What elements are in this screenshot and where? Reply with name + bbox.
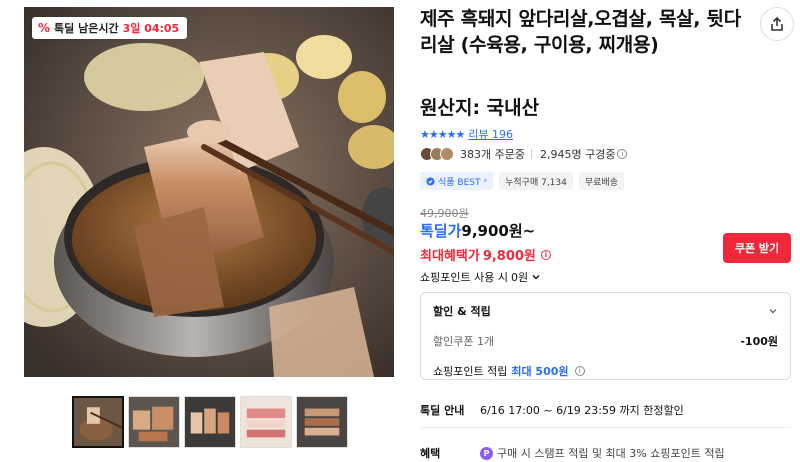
- info-icon[interactable]: i: [574, 366, 585, 376]
- point-badge-icon: P: [480, 446, 493, 460]
- thumbnail-1[interactable]: [72, 396, 124, 448]
- points-earn-label: 쇼핑포인트 적립: [433, 365, 508, 378]
- max-benefit-label: 최대혜택가: [420, 249, 480, 264]
- divider: [420, 427, 791, 428]
- max-benefit-price: 최대혜택가 9,800원 i: [420, 245, 551, 264]
- free-shipping-tag: 무료배송: [578, 172, 624, 190]
- avatar: [440, 147, 454, 161]
- best-tag[interactable]: 식품 BEST ›: [420, 172, 494, 190]
- points-earn-max: 최대 500원: [511, 365, 569, 378]
- rating-row: ★★★★★ 리뷰 196: [420, 126, 513, 142]
- percent-icon: %: [38, 21, 51, 35]
- max-benefit-value: 9,800원: [482, 249, 536, 264]
- share-icon: [771, 16, 783, 31]
- star-rating-icon: ★★★★★: [420, 127, 465, 141]
- product-origin: 원산지: 국내산: [420, 97, 540, 119]
- timer-value: 3일 04:05: [122, 22, 180, 35]
- thumbnail-4[interactable]: [240, 396, 292, 448]
- main-product-image[interactable]: % 톡딜 남은시간 3일 04:05: [24, 7, 394, 377]
- deal-price: 톡딜가9,900원~: [420, 220, 535, 241]
- get-coupon-button[interactable]: 쿠폰 받기: [723, 233, 791, 263]
- buyer-avatars: [420, 147, 454, 161]
- deal-info-label: 톡딜 안내: [420, 404, 465, 417]
- thumbnail-3[interactable]: [184, 396, 236, 448]
- info-icon[interactable]: i: [617, 149, 628, 159]
- deal-price-value: 9,900원~: [461, 222, 536, 240]
- discount-panel-header[interactable]: 할인 & 적립: [433, 303, 778, 319]
- divider: [530, 149, 532, 159]
- thumbnail-5[interactable]: [296, 396, 348, 448]
- product-tags: 식품 BEST › 누적구매 7,134 무료배송: [420, 172, 624, 190]
- discount-panel: 할인 & 적립 할인쿠폰 1개 -100원 쇼핑포인트 적립 최대 500원 i: [420, 292, 791, 380]
- best-badge-icon: [426, 176, 435, 186]
- benefit-label: 혜택: [420, 447, 441, 460]
- thumbnail-strip: [72, 396, 348, 448]
- timer-label: 톡딜 남은시간: [54, 22, 119, 35]
- info-icon[interactable]: i: [540, 249, 551, 260]
- product-title: 제주 흑돼지 앞다리살,오겹살, 목살, 뒷다리살 (수육용, 구이용, 찌개용…: [420, 8, 741, 56]
- benefit-row: 혜택 P 구매 시 스탬프 적립 및 최대 3% 쇼핑포인트 적립: [420, 445, 725, 461]
- share-button[interactable]: [760, 7, 794, 41]
- buyer-stats: 383개 주문중 2,945명 구경중 i: [420, 146, 628, 162]
- points-use-value: 0원: [510, 271, 529, 284]
- coupon-amount: -100원: [740, 335, 778, 348]
- thumbnail-2[interactable]: [128, 396, 180, 448]
- deal-timer-badge: % 톡딜 남은시간 3일 04:05: [32, 17, 188, 39]
- points-use-label: 쇼핑포인트 사용 시: [420, 271, 508, 284]
- chevron-down-icon: [532, 275, 540, 280]
- points-use-toggle[interactable]: 쇼핑포인트 사용 시 0원: [420, 269, 541, 285]
- pork-dish-photo: [24, 7, 394, 377]
- orders-count: 383개 주문중: [460, 148, 525, 161]
- benefit-value: 구매 시 스탬프 적립 및 최대 3% 쇼핑포인트 적립: [497, 447, 725, 460]
- purchase-count-tag: 누적구매 7,134: [499, 172, 573, 190]
- original-price: 49,900원: [420, 207, 469, 220]
- chevron-down-icon: [769, 309, 777, 314]
- discount-panel-title: 할인 & 적립: [433, 305, 491, 318]
- coupon-label: 할인쿠폰 1개: [433, 335, 495, 348]
- best-tag-label: 식품 BEST: [438, 177, 481, 188]
- viewers-count: 2,945명 구경중: [539, 148, 616, 161]
- points-earn-row: 쇼핑포인트 적립 최대 500원 i: [433, 363, 778, 379]
- deal-info-value: 6/16 17:00 ~ 6/19 23:59 까지 한정할인: [480, 404, 684, 417]
- review-link[interactable]: 리뷰 196: [468, 126, 513, 142]
- deal-price-label: 톡딜가: [420, 222, 462, 240]
- chevron-right-icon: ›: [483, 176, 488, 186]
- deal-info-row: 톡딜 안내 6/16 17:00 ~ 6/19 23:59 까지 한정할인: [420, 402, 684, 418]
- coupon-row: 할인쿠폰 1개 -100원: [433, 333, 778, 349]
